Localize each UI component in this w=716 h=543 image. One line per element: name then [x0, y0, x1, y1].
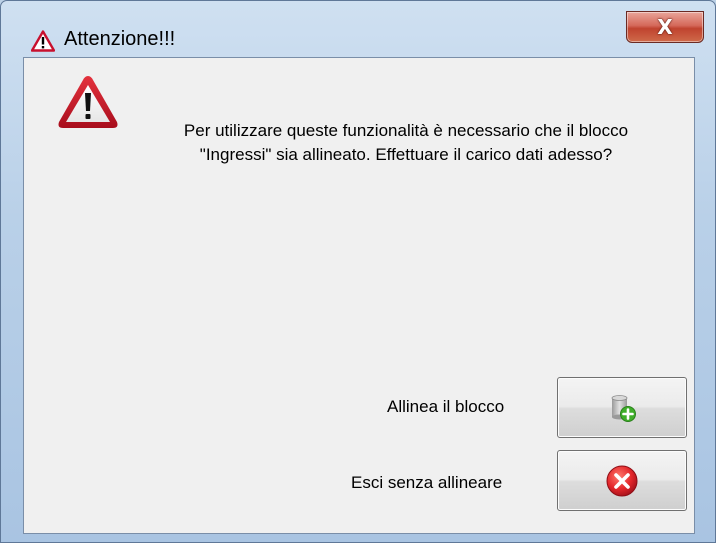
red-cancel-icon: [606, 465, 638, 496]
title-bar[interactable]: Attenzione!!! X: [1, 1, 715, 56]
align-block-label: Allinea il blocco: [387, 397, 505, 416]
warning-icon: [58, 76, 118, 128]
warning-icon: [31, 30, 55, 52]
dialog-message: Per utilizzare queste funzionalità è nec…: [183, 121, 629, 164]
close-button[interactable]: X: [626, 11, 704, 43]
exit-without-align-button[interactable]: [557, 450, 687, 511]
align-block-button[interactable]: [557, 377, 687, 438]
exit-without-align-label: Esci senza allineare: [351, 473, 503, 492]
dialog-window: Attenzione!!! X Per utilizzare queste fu…: [0, 0, 716, 543]
window-title: Attenzione!!!: [64, 28, 176, 50]
close-icon: X: [657, 15, 673, 39]
database-add-icon: [611, 394, 636, 422]
